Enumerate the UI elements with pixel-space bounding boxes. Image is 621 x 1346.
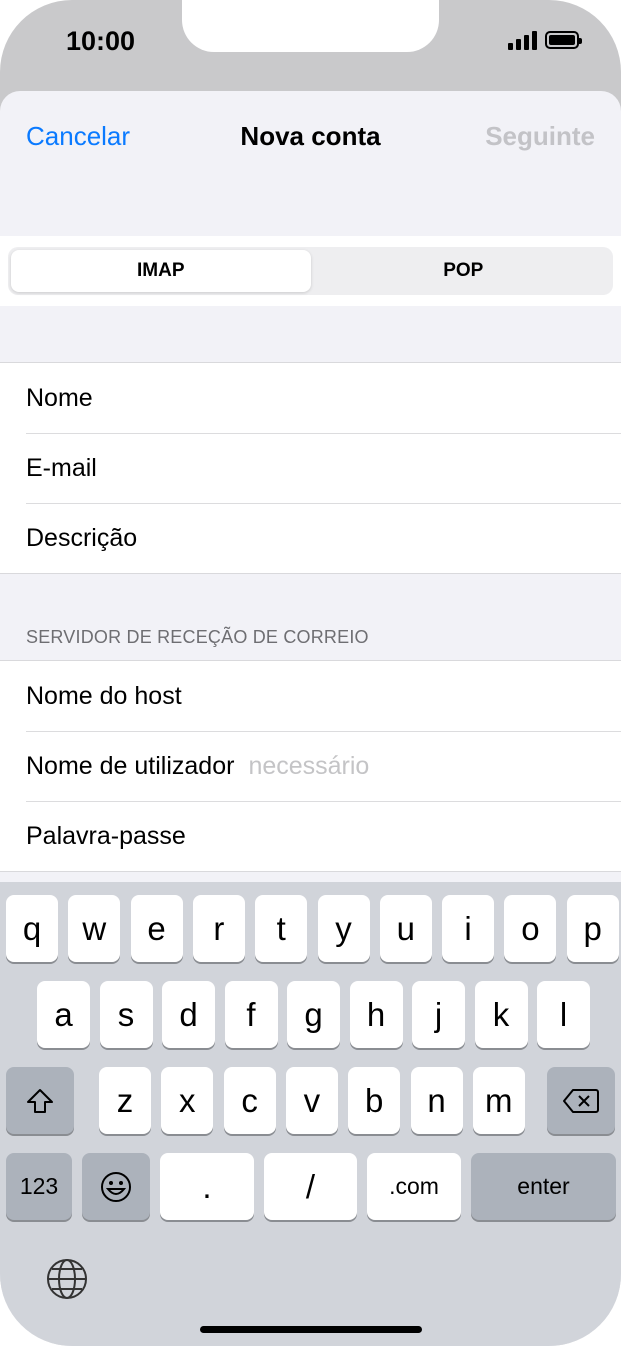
name-label: Nome [26, 383, 93, 412]
key-x[interactable]: x [161, 1067, 214, 1134]
key-z[interactable]: z [99, 1067, 151, 1134]
enter-key[interactable]: enter [471, 1153, 616, 1220]
incoming-server-group: Nome do host Nome de utilizador necessár… [0, 660, 621, 872]
frame-corner [0, 0, 72, 72]
cancel-button[interactable]: Cancelar [26, 121, 130, 152]
host-label: Nome do host [26, 681, 182, 710]
shift-key[interactable] [6, 1067, 74, 1134]
emoji-icon [101, 1171, 131, 1202]
battery-icon [545, 31, 582, 49]
status-time: 10:00 [66, 26, 136, 56]
segment-imap[interactable]: IMAP [11, 250, 311, 292]
key-a[interactable]: a [37, 981, 90, 1048]
next-button[interactable]: Seguinte [485, 121, 595, 152]
emoji-key[interactable] [82, 1153, 150, 1220]
description-field[interactable]: Descrição [0, 503, 621, 573]
key-g[interactable]: g [287, 981, 340, 1048]
shift-icon [27, 1088, 53, 1113]
email-label: E-mail [26, 453, 97, 482]
username-label: Nome de utilizador [26, 751, 235, 780]
segment-pop[interactable]: POP [314, 247, 614, 295]
signal-icon [508, 30, 537, 50]
key-i[interactable]: i [442, 895, 495, 962]
key-d[interactable]: d [162, 981, 215, 1048]
key-j[interactable]: j [412, 981, 465, 1048]
key-m[interactable]: m [472, 1067, 525, 1134]
key-t[interactable]: t [255, 895, 308, 962]
dot-key[interactable]: . [160, 1153, 254, 1220]
key-h[interactable]: h [349, 981, 403, 1048]
nav-bar: Cancelar Nova conta Seguinte [0, 91, 621, 181]
key-s[interactable]: s [99, 981, 153, 1048]
key-n[interactable]: n [410, 1067, 463, 1134]
key-r[interactable]: r [192, 895, 245, 962]
key-y[interactable]: y [317, 895, 370, 962]
incoming-server-header: SERVIDOR DE RECEÇÃO DE CORREIO [26, 627, 369, 647]
slash-key[interactable]: / [264, 1153, 357, 1220]
key-w[interactable]: w [68, 895, 121, 962]
key-v[interactable]: v [285, 1067, 338, 1134]
key-k[interactable]: k [474, 981, 528, 1048]
key-o[interactable]: o [504, 895, 557, 962]
backspace-key[interactable] [547, 1067, 615, 1134]
key-f[interactable]: f [224, 981, 278, 1048]
protocol-segmented-control: IMAP POP [8, 247, 613, 295]
key-u[interactable]: u [379, 895, 432, 962]
key-p[interactable]: p [566, 895, 619, 962]
backspace-icon [563, 1088, 599, 1113]
notch [182, 0, 439, 52]
host-field[interactable]: Nome do host [0, 661, 621, 731]
status-icons [508, 30, 582, 50]
protocol-selector-container: IMAP POP [0, 236, 621, 306]
key-l[interactable]: l [537, 981, 590, 1048]
account-info-group: Nome E-mail Descrição [0, 362, 621, 574]
numbers-key[interactable]: 123 [6, 1153, 72, 1220]
key-q[interactable]: q [6, 895, 58, 962]
phone-frame: 10:00 Cancelar Nova conta Seguinte IMAP … [0, 0, 621, 1346]
description-label: Descrição [26, 523, 138, 552]
key-c[interactable]: c [223, 1067, 276, 1134]
username-input[interactable]: necessário [248, 752, 369, 781]
key-b[interactable]: b [348, 1067, 401, 1134]
dotcom-key[interactable]: .com [367, 1153, 461, 1220]
globe-icon[interactable] [46, 1258, 88, 1300]
password-label: Palavra-passe [26, 821, 186, 850]
email-field[interactable]: E-mail [0, 433, 621, 503]
username-field[interactable]: Nome de utilizador necessário [0, 731, 621, 801]
name-field[interactable]: Nome [0, 363, 621, 433]
password-field[interactable]: Palavra-passe [0, 801, 621, 871]
home-indicator [200, 1326, 422, 1333]
key-e[interactable]: e [130, 895, 183, 962]
